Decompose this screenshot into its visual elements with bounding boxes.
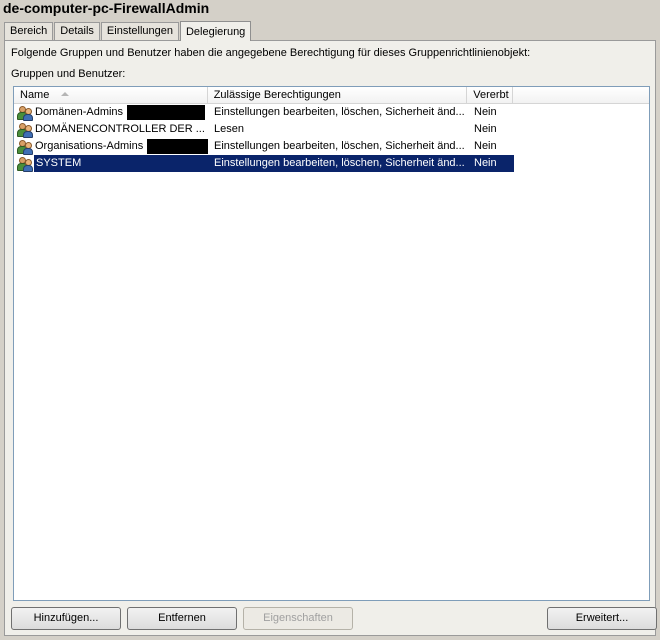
sort-ascending-icon bbox=[61, 92, 70, 96]
row-permission: Lesen bbox=[214, 123, 244, 135]
cell-name: DOMÄNENCONTROLLER DER ... bbox=[14, 121, 208, 138]
tab-delegierung[interactable]: Delegierung bbox=[179, 21, 252, 41]
row-name: SYSTEM bbox=[34, 155, 208, 172]
row-inherited: Nein bbox=[474, 106, 497, 118]
row-inherited: Nein bbox=[468, 155, 514, 172]
list-row-domain-controllers[interactable]: DOMÄNENCONTROLLER DER ... Lesen Nein bbox=[14, 121, 649, 138]
list-row-system[interactable]: SYSTEM Einstellungen bearbeiten, löschen… bbox=[14, 155, 649, 172]
list-row-enterprise-admins[interactable]: Organisations-Admins Einstellungen bearb… bbox=[14, 138, 649, 155]
list-label: Gruppen und Benutzer: bbox=[11, 68, 126, 80]
tab-bereich[interactable]: Bereich bbox=[4, 22, 54, 40]
cell-name: Domänen-Admins bbox=[14, 104, 208, 121]
column-header-inherited[interactable]: Vererbt bbox=[467, 87, 514, 103]
row-name: Domänen-Admins bbox=[35, 106, 124, 118]
row-permission: Einstellungen bearbeiten, löschen, Siche… bbox=[214, 106, 465, 118]
properties-button[interactable]: Eigenschaften bbox=[243, 607, 353, 630]
panel-description: Folgende Gruppen und Benutzer haben die … bbox=[11, 47, 531, 59]
redacted-block bbox=[147, 139, 208, 154]
remove-button[interactable]: Entfernen bbox=[127, 607, 237, 630]
redacted-block bbox=[127, 105, 206, 120]
advanced-button[interactable]: Erweitert... bbox=[547, 607, 657, 630]
delegation-panel: Folgende Gruppen und Benutzer haben die … bbox=[4, 40, 657, 636]
group-users-icon bbox=[17, 156, 33, 172]
cell-name: Organisations-Admins bbox=[14, 138, 208, 155]
list-header: Name Zulässige Berechtigungen Vererbt bbox=[14, 87, 649, 104]
cell-name: SYSTEM bbox=[14, 155, 208, 172]
column-header-permissions[interactable]: Zulässige Berechtigungen bbox=[207, 87, 468, 103]
groups-users-list[interactable]: Name Zulässige Berechtigungen Vererbt Do… bbox=[13, 86, 650, 601]
row-name: DOMÄNENCONTROLLER DER ... bbox=[35, 123, 205, 135]
list-row-domain-admins[interactable]: Domänen-Admins Einstellungen bearbeiten,… bbox=[14, 104, 649, 121]
group-users-icon bbox=[17, 122, 33, 138]
column-header-filler bbox=[513, 87, 649, 103]
group-users-icon bbox=[17, 105, 33, 121]
row-inherited: Nein bbox=[474, 140, 497, 152]
tab-strip: Bereich Details Einstellungen Delegierun… bbox=[4, 20, 252, 41]
add-button[interactable]: Hinzufügen... bbox=[11, 607, 121, 630]
tab-einstellungen[interactable]: Einstellungen bbox=[100, 22, 179, 40]
row-permission: Einstellungen bearbeiten, löschen, Siche… bbox=[214, 140, 465, 152]
row-inherited: Nein bbox=[474, 123, 497, 135]
window-title: de-computer-pc-FirewallAdmin bbox=[3, 0, 210, 16]
column-header-name[interactable]: Name bbox=[14, 87, 208, 103]
tab-details[interactable]: Details bbox=[54, 22, 100, 40]
row-name: Organisations-Admins bbox=[35, 140, 144, 152]
column-header-name-label: Name bbox=[20, 89, 50, 101]
group-users-icon bbox=[17, 139, 33, 155]
row-permission: Einstellungen bearbeiten, löschen, Siche… bbox=[208, 155, 468, 172]
